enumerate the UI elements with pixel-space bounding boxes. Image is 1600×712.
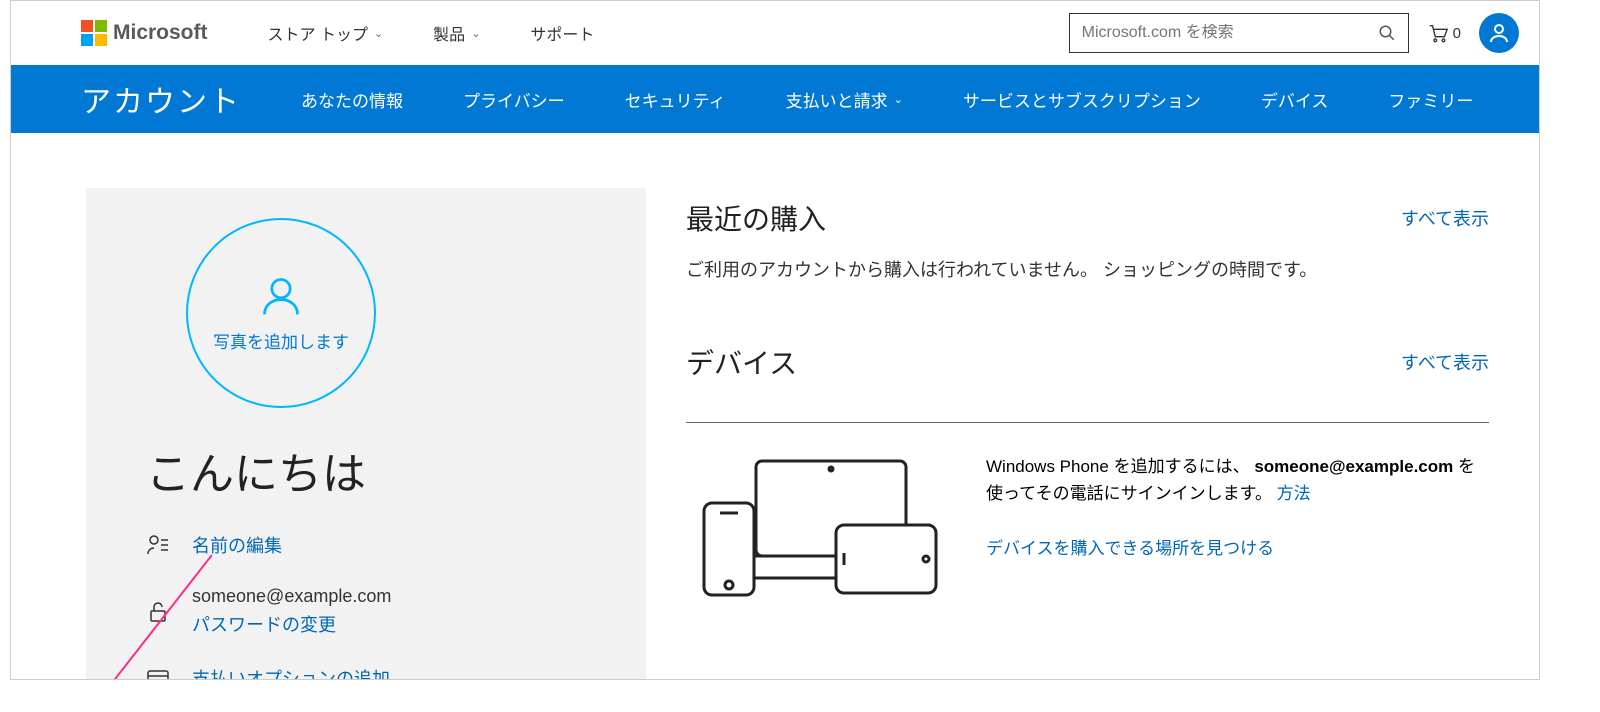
devices-title: デバイス [686,342,797,382]
greeting-heading: こんにちは [146,438,586,502]
account-nav: アカウント あなたの情報 プライバシー セキュリティ 支払いと請求 ⌄ サービス… [11,65,1539,133]
devices-section: デバイス すべて表示 [686,342,1489,603]
password-row: someone@example.com パスワードの変更 [146,586,586,637]
person-icon [1487,21,1511,45]
payment-row: 支払いオプションの追加 [146,665,586,680]
find-device-store-link[interactable]: デバイスを購入できる場所を見つける [986,539,1274,558]
microsoft-logo-text: Microsoft [113,21,208,45]
devices-illustration-icon [686,453,946,603]
search-icon [1378,24,1396,42]
change-password-link[interactable]: パスワードの変更 [192,611,391,637]
cart-button[interactable]: 0 [1427,22,1461,44]
add-photo-button[interactable]: 写真を追加します [186,218,376,408]
devices-text-email: someone@example.com [1254,457,1453,476]
nav-billing-label: 支払いと請求 [786,87,888,112]
devices-text-prefix: Windows Phone を追加するには、 [986,457,1250,476]
devices-text: Windows Phone を追加するには、 someone@example.c… [986,453,1489,603]
microsoft-logo[interactable]: Microsoft [81,20,208,46]
nav-devices[interactable]: デバイス [1261,87,1329,112]
credit-card-icon [146,666,170,680]
cart-icon [1427,22,1449,44]
top-nav: ストア トップ ⌄ 製品 ⌄ サポート [268,21,595,45]
nav-services[interactable]: サービスとサブスクリプション [963,87,1201,112]
howto-link[interactable]: 方法 [1277,484,1311,503]
add-payment-link[interactable]: 支払いオプションの追加 [192,665,390,680]
recent-purchases-section: 最近の購入 すべて表示 ご利用のアカウントから購入は行われていません。 ショッピ… [686,198,1489,282]
person-outline-icon [259,274,303,318]
recent-purchases-title: 最近の購入 [686,198,826,238]
nav-products[interactable]: 製品 ⌄ [433,21,480,45]
chevron-down-icon: ⌄ [471,27,480,40]
nav-products-label: 製品 [433,21,465,45]
chevron-down-icon: ⌄ [374,27,383,40]
divider [686,422,1489,423]
account-avatar-button[interactable] [1479,13,1519,53]
cart-count: 0 [1453,25,1461,42]
nav-store-label: ストア トップ [268,21,368,45]
account-email: someone@example.com [192,586,391,607]
nav-privacy[interactable]: プライバシー [463,87,565,112]
right-column: 最近の購入 すべて表示 ご利用のアカウントから購入は行われていません。 ショッピ… [686,188,1489,680]
devices-see-all-link[interactable]: すべて表示 [1401,349,1489,375]
search-box[interactable] [1069,13,1409,53]
person-list-icon [146,533,170,557]
search-input[interactable] [1082,24,1378,42]
nav-family[interactable]: ファミリー [1388,87,1473,112]
edit-name-row: 名前の編集 [146,532,586,558]
main-content: 写真を追加します こんにちは 名前の編集 someone@example.com… [11,133,1539,680]
nav-billing[interactable]: 支払いと請求 ⌄ [786,87,903,112]
nav-support-label: サポート [530,21,594,45]
account-nav-brand[interactable]: アカウント [81,77,241,121]
nav-store-top[interactable]: ストア トップ ⌄ [268,21,384,45]
add-photo-label: 写真を追加します [213,328,349,353]
purchases-see-all-link[interactable]: すべて表示 [1401,205,1489,231]
microsoft-logo-icon [81,20,107,46]
edit-name-link[interactable]: 名前の編集 [192,532,282,558]
top-header: Microsoft ストア トップ ⌄ 製品 ⌄ サポート [11,1,1539,65]
nav-your-info[interactable]: あなたの情報 [301,87,403,112]
nav-support[interactable]: サポート [530,21,594,45]
recent-purchases-body: ご利用のアカウントから購入は行われていません。 ショッピングの時間です。 [686,256,1489,282]
nav-security[interactable]: セキュリティ [625,87,726,112]
chevron-down-icon: ⌄ [894,93,903,106]
